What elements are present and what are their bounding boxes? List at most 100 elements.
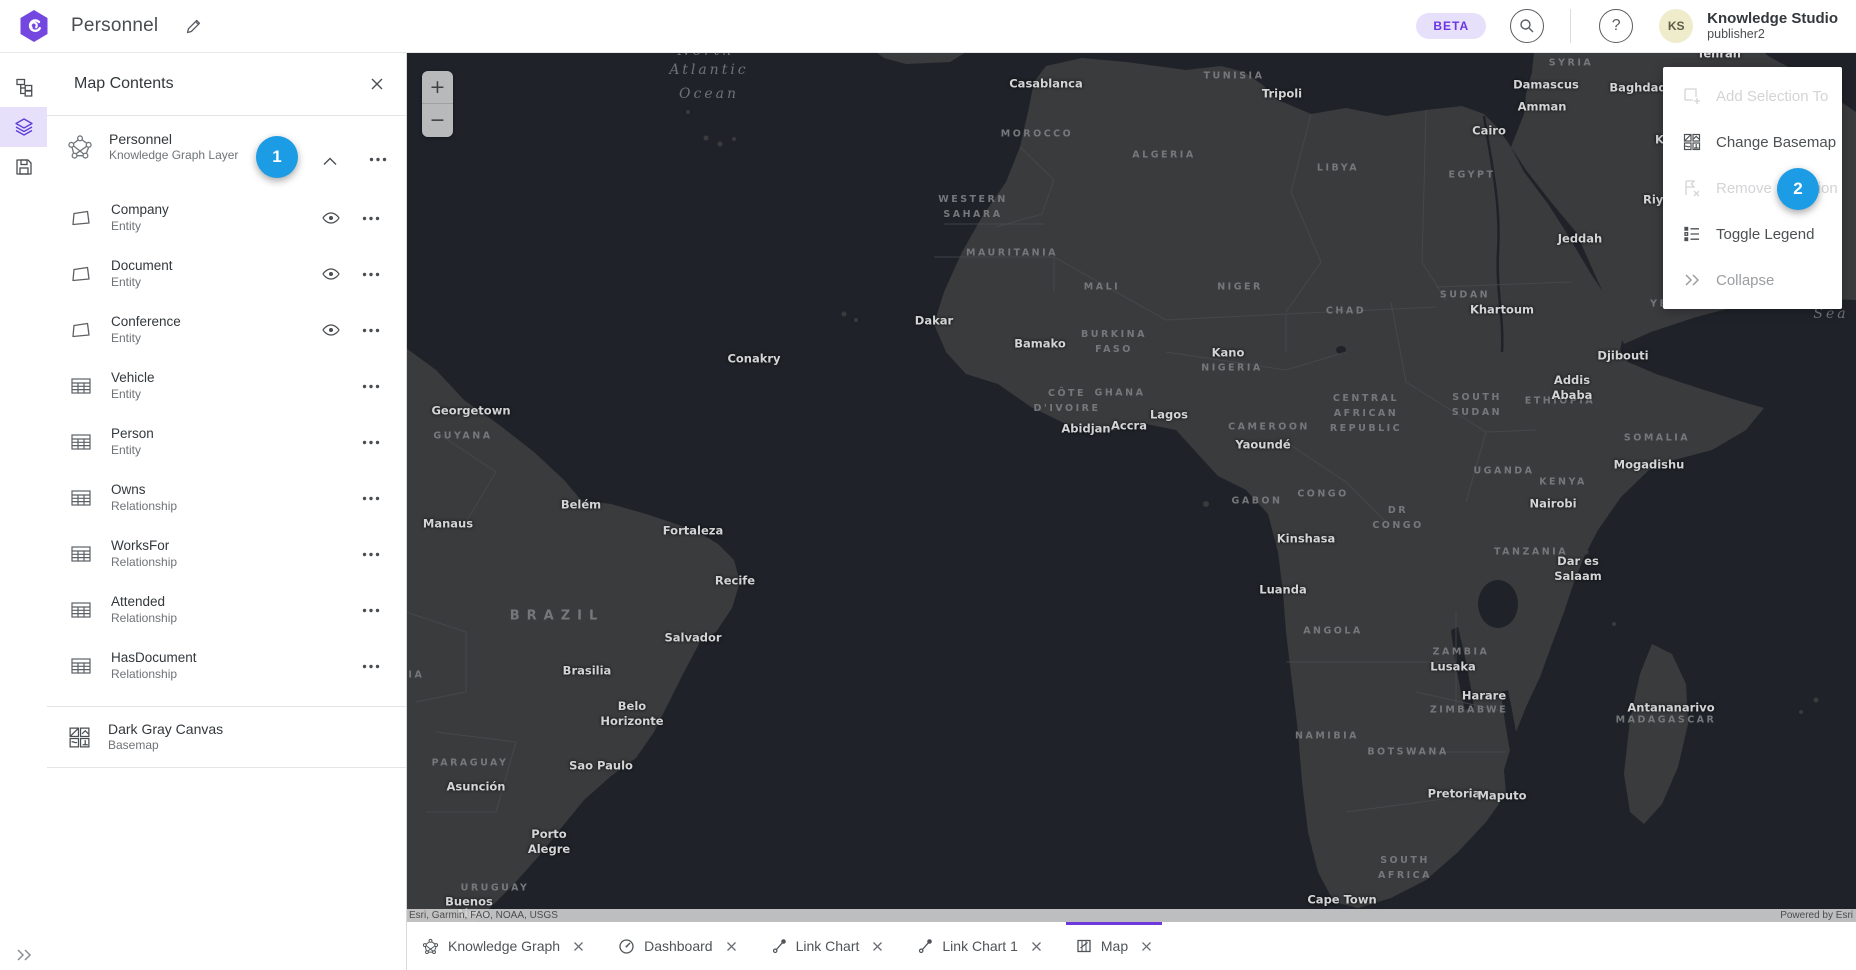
layer-row-person[interactable]: PersonEntity (47, 414, 406, 470)
remove-selection-icon (1681, 178, 1703, 198)
tab-dashboard[interactable]: Dashboard (618, 922, 737, 970)
basemap-type: Basemap (108, 738, 406, 753)
app-logo-icon (19, 10, 49, 42)
close-icon[interactable] (872, 941, 883, 952)
map-region: NorthAtlantic OceanSeaTUNISIASYRIAMOROCC… (406, 52, 1856, 970)
map-label-country: NIGER (1217, 279, 1263, 294)
close-icon[interactable] (573, 941, 584, 952)
knowledge-studio-app: Personnel BETA ? KS Knowledge Studio pub… (0, 0, 1856, 970)
zoom-control: + − (422, 71, 453, 137)
map-label-country: CAMEROON (1228, 419, 1310, 434)
user-role: publisher2 (1707, 27, 1838, 41)
visibility-eye-icon[interactable] (322, 268, 340, 280)
user-menu[interactable]: Knowledge Studio publisher2 (1707, 10, 1838, 42)
layer-options-icon[interactable] (369, 157, 387, 162)
menu-item-change-basemap[interactable]: Change Basemap (1663, 119, 1842, 165)
tab-label: Dashboard (644, 938, 713, 954)
map-label-city: Luanda (1259, 583, 1306, 598)
map-label-country: SOMALIA (1624, 430, 1690, 445)
item-options-icon[interactable] (362, 328, 380, 333)
map-label-city: Casablanca (1009, 77, 1083, 92)
map-label-country: ANGOLA (1303, 623, 1363, 638)
close-icon[interactable] (1031, 941, 1042, 952)
map-label-city: Djibouti (1597, 349, 1648, 364)
sidebar-item-map-contents[interactable] (0, 107, 47, 147)
visibility-eye-icon[interactable] (322, 324, 340, 336)
map-label-country: NAMIBIA (1295, 728, 1359, 743)
search-icon[interactable] (1510, 9, 1544, 43)
table-icon (69, 486, 93, 510)
map-canvas[interactable]: NorthAtlantic OceanSeaTUNISIASYRIAMOROCC… (406, 52, 1856, 922)
map-label-city: Yaoundé (1235, 438, 1290, 453)
page-title: Personnel (71, 15, 158, 37)
layer-row-company[interactable]: CompanyEntity (47, 190, 406, 246)
tab-map[interactable]: Map (1076, 922, 1152, 970)
menu-item-toggle-legend[interactable]: Toggle Legend (1663, 211, 1842, 257)
menu-item-collapse[interactable]: Collapse (1663, 257, 1842, 303)
tour-step-badge-2: 2 (1777, 168, 1819, 210)
layer-row-personnel[interactable]: Personnel Knowledge Graph Layer (47, 116, 406, 178)
zoom-in-button[interactable]: + (422, 71, 453, 104)
map-label-country: DR CONGO (1372, 503, 1423, 533)
sidebar-item-save[interactable] (0, 147, 47, 187)
item-options-icon[interactable] (362, 608, 380, 613)
map-label-city: Cairo (1472, 124, 1506, 139)
item-options-icon[interactable] (362, 272, 380, 277)
map-label-city: Tehran (1697, 52, 1741, 61)
layer-row-owns[interactable]: OwnsRelationship (47, 470, 406, 526)
layer-row-hasdocument[interactable]: HasDocumentRelationship (47, 638, 406, 694)
close-icon[interactable] (726, 941, 737, 952)
tab-knowledge-graph[interactable]: Knowledge Graph (422, 922, 584, 970)
layer-row-attended[interactable]: AttendedRelationship (47, 582, 406, 638)
map-label-city: Kano (1212, 346, 1245, 361)
link-icon (771, 938, 787, 954)
close-icon[interactable] (370, 77, 384, 91)
sidebar-item-hierarchy[interactable] (0, 67, 47, 107)
tab-link-chart-1[interactable]: Link Chart 1 (917, 922, 1041, 970)
menu-item-label: Toggle Legend (1716, 226, 1814, 243)
edit-title-pencil-icon[interactable] (184, 17, 203, 36)
map-label-city: Bamako (1014, 337, 1066, 352)
expand-rail-button[interactable] (0, 948, 47, 962)
item-options-icon[interactable] (362, 664, 380, 669)
item-options-icon[interactable] (362, 496, 380, 501)
item-options-icon[interactable] (362, 384, 380, 389)
map-label-country: ZAMBIA (1433, 644, 1490, 659)
layer-row-worksfor[interactable]: WorksForRelationship (47, 526, 406, 582)
map-label-country: PARAGUAY (432, 755, 509, 770)
link-icon (917, 938, 933, 954)
header-divider (1570, 9, 1571, 43)
map-label-country: ALGERIA (1132, 147, 1195, 162)
tab-label: Knowledge Graph (448, 938, 560, 954)
layer-row-vehicle[interactable]: VehicleEntity (47, 358, 406, 414)
layer-item-title: Company (111, 202, 322, 219)
close-icon[interactable] (1141, 941, 1152, 952)
map-label-city: Dar es Salaam (1554, 554, 1602, 584)
avatar[interactable]: KS (1659, 9, 1693, 43)
knowledge-graph-layer-icon (67, 134, 93, 160)
map-label-country: SOUTH AFRICA (1378, 853, 1432, 883)
layer-row-document[interactable]: DocumentEntity (47, 246, 406, 302)
layer-row-conference[interactable]: ConferenceEntity (47, 302, 406, 358)
layer-item-title: Conference (111, 314, 322, 331)
table-icon (69, 654, 93, 678)
item-options-icon[interactable] (362, 216, 380, 221)
basemap-row[interactable]: Dark Gray Canvas Basemap (47, 707, 406, 768)
layer-item-type: Entity (111, 443, 362, 458)
item-options-icon[interactable] (362, 440, 380, 445)
map-label-city: Asunción (447, 780, 506, 795)
tab-link-chart[interactable]: Link Chart (771, 922, 884, 970)
map-label-country: MADAGASCAR (1616, 712, 1717, 727)
menu-item-label: Change Basemap (1716, 134, 1836, 151)
visibility-eye-icon[interactable] (322, 212, 340, 224)
help-icon[interactable]: ? (1599, 9, 1633, 43)
map-label-country: GUYANA (433, 428, 492, 443)
layer-item-type: Entity (111, 387, 362, 402)
collapse-icon (1681, 273, 1703, 287)
map-label-city: Baghdad (1609, 81, 1666, 96)
item-options-icon[interactable] (362, 552, 380, 557)
map-label-country: URUGUAY (461, 880, 530, 895)
map-label-ocean: Atlantic Ocean (669, 59, 748, 107)
zoom-out-button[interactable]: − (422, 104, 453, 137)
chevron-up-icon[interactable] (323, 157, 337, 166)
